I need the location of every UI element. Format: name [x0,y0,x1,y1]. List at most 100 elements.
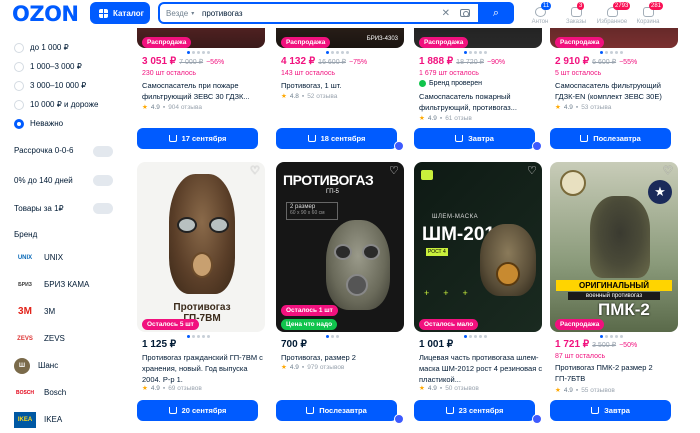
toggle-installment[interactable]: Рассрочка 0-0-6 [0,136,125,166]
add-to-cart-button[interactable]: Завтра [550,400,671,421]
chat-icon[interactable] [394,414,404,424]
toggle-zero-percent[interactable]: 0% до 140 дней [0,166,125,194]
image-subtitle: ГП-5 [326,189,339,195]
product-title[interactable]: Лицевая часть противогаза шлем-маска ШМ-… [419,352,543,385]
catalog-label: Каталог [113,8,144,18]
brand-item-3m[interactable]: 3M 3M [0,298,125,325]
header-orders[interactable]: 3 Заказы [558,1,594,25]
product-rating: ★ 4.9 ▪ 61 отзыв [419,114,472,123]
camera-search-icon[interactable] [460,9,470,17]
search-button[interactable]: ⌕ [478,2,514,24]
image-badge: РОСТ 4 [426,248,448,256]
sale-badge: Распродажа [555,37,605,48]
toggle-switch[interactable] [93,174,113,186]
brand-item-briz[interactable]: БРИЗ БРИЗ КАМА [0,271,125,298]
product-image[interactable]: ШЛЕМ-МАСКА ШМ-2012 РОСТ 4 +++ [414,162,542,332]
brand-item-shans[interactable]: Ш Шанс [0,352,125,379]
star-icon: ★ [555,104,561,111]
brand-label: Шанс [38,361,59,370]
brand-item-bosch[interactable]: BOSCH Bosch [0,379,125,406]
gas-mask-filter [496,262,520,286]
radio-icon [14,61,24,72]
rating-value: 4.9 [563,103,573,111]
price-option[interactable]: до 1 000 ₽ [0,38,125,57]
unix-logo-icon: UNIX [17,254,33,261]
catalog-icon [99,8,108,18]
image-dots [600,51,623,54]
cart-icon [168,135,177,142]
product-title[interactable]: Самоспасатель пожарный фильтрующий, прот… [419,91,543,113]
heart-icon[interactable]: ♡ [663,166,675,177]
product-title[interactable]: Противогаз, 1 шт. [281,80,405,91]
header-favorites[interactable]: 2793 Избранное [594,1,631,25]
rating-value: 4.9 [427,384,437,392]
feature-icons: +++ [424,288,482,298]
star-emblem-icon: ★ [648,180,672,204]
review-count: 50 отзывов [445,384,479,392]
search-scope-select[interactable]: Везде ▾ [160,9,198,18]
rating-value: 4.9 [563,386,573,394]
product-title[interactable]: Противогаз, размер 2 [281,352,405,363]
add-to-cart-button[interactable]: Послезавтра [276,400,397,421]
add-to-cart-button[interactable]: 20 сентября [137,400,258,421]
price-value: 1 721 ₽ [555,339,590,350]
product-image[interactable]: Противогаз ГП-7ВМ [137,162,265,332]
stock-remaining: 143 шт осталось [281,70,336,77]
review-count: 53 отзыва [581,103,612,111]
delivery-date: Завтра [468,134,494,143]
toggle-one-ruble[interactable]: Товары за 1₽ [0,194,125,222]
product-card[interactable]: ПРОТИВОГАЗ ГП-5 2 размер 60 x 90 x 60 см… [276,162,405,424]
price-value: 3 051 ₽ [142,56,177,67]
add-to-cart-button[interactable]: 17 сентября [137,128,258,149]
chat-icon[interactable] [532,141,542,151]
chat-icon[interactable] [394,141,404,151]
catalog-button[interactable]: Каталог [90,2,150,24]
toggle-switch[interactable] [93,145,113,157]
header-cart[interactable]: 281 Корзина [630,1,666,25]
search-input[interactable]: противогаз [198,9,442,18]
product-price: 2 910 ₽6 600 ₽ −55% [555,56,637,67]
ozon-logo[interactable]: OZON [12,2,79,26]
add-to-cart-button[interactable]: 18 сентября [276,128,397,149]
badge-emblem-icon [560,170,586,196]
product-image[interactable]: ★ ОРИГИНАЛЬНЫЙ военный противогаз ПМК-2 [550,162,678,332]
chat-icon[interactable] [532,414,542,424]
cart-label: Корзина [636,19,660,25]
gas-mask-eye [177,217,197,233]
brand-logo-icon [421,170,433,180]
clear-search-icon[interactable]: ✕ [442,8,450,19]
price-option[interactable]: 1 000–3 000 ₽ [0,57,125,76]
product-title[interactable]: Противогаз гражданский ГП-7ВМ с хранения… [142,352,266,385]
brand-item-unix[interactable]: UNIX UNIX [0,244,125,271]
add-to-cart-button[interactable]: 23 сентября [414,400,535,421]
price-option[interactable]: 3 000–10 000 ₽ [0,76,125,95]
brand-item-zevs[interactable]: ZEVS ZEVS [0,325,125,352]
price-option-selected[interactable]: Неважно [0,114,125,133]
toggle-label: 0% до 140 дней [14,175,73,185]
add-to-cart-button[interactable]: Завтра [414,128,535,149]
product-card[interactable]: Противогаз ГП-7ВМ ♡ Осталось 5 шт 1 125 … [137,162,266,421]
size-box-note: 60 x 90 x 60 см [290,210,325,216]
toggle-switch[interactable] [93,202,113,214]
image-dots [326,335,339,338]
price-option[interactable]: 10 000 ₽ и дороже [0,95,125,114]
product-title[interactable]: Противогаз ПМК-2 размер 2 ГП-7БТВ [555,362,679,384]
product-title[interactable]: Самоспасатель фильтрующий ГДЗК-ЕN (компл… [555,80,679,102]
header-profile[interactable]: 11 Антон [522,1,558,25]
add-to-cart-button[interactable]: Послезавтра [550,128,671,149]
star-icon: ★ [142,385,148,392]
image-dots [187,335,210,338]
discount: −56% [206,59,225,66]
heart-icon[interactable]: ♡ [389,166,401,177]
heart-icon[interactable]: ♡ [250,166,262,177]
product-title[interactable]: Самоспасатель при пожаре фильтрующий ЗЕВ… [142,80,266,102]
heart-icon[interactable]: ♡ [527,166,539,177]
product-card[interactable]: ★ ОРИГИНАЛЬНЫЙ военный противогаз ПМК-2 … [550,162,679,421]
stock-remaining: 5 шт осталось [555,70,602,77]
price-value: 1 888 ₽ [419,56,454,67]
product-card[interactable]: ШЛЕМ-МАСКА ШМ-2012 РОСТ 4 +++ ♡ Осталось… [414,162,543,424]
sale-badge: Распродажа [142,37,192,48]
delivery-date: Завтра [604,406,630,415]
sale-badge: Распродажа [419,37,469,48]
price-input-partial [0,28,125,38]
